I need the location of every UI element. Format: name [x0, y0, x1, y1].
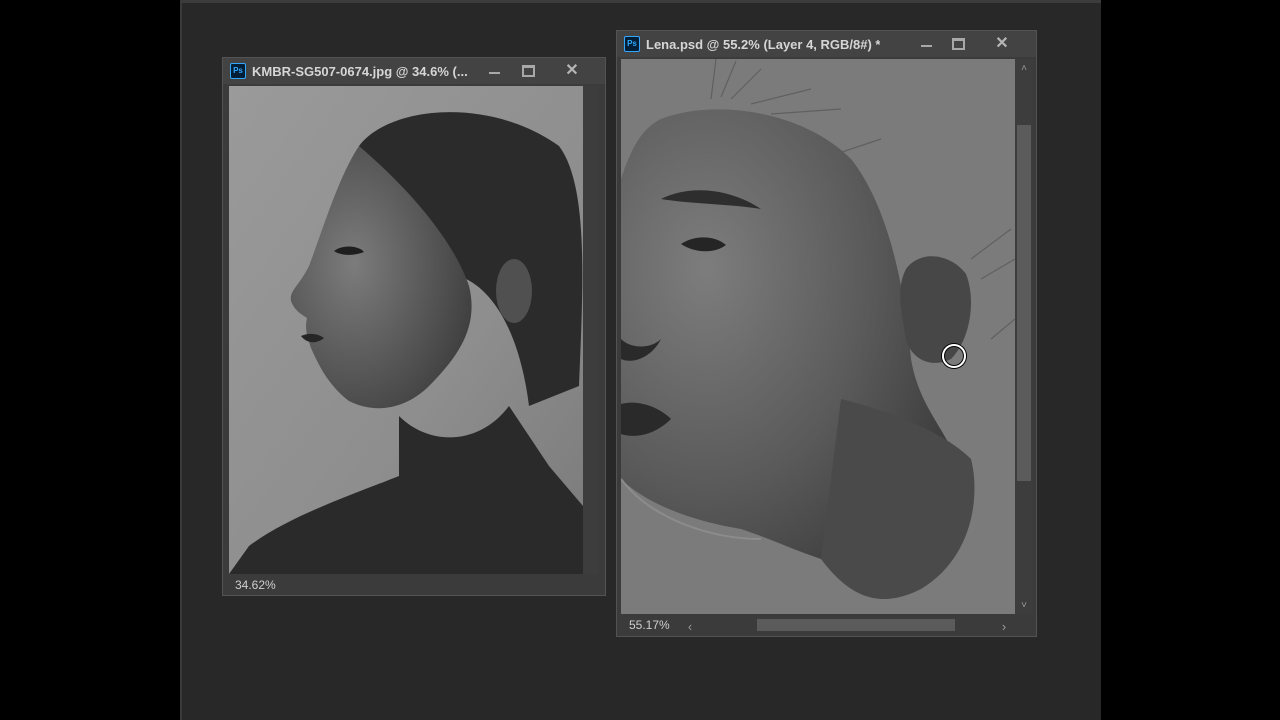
scroll-right-arrow-icon[interactable]: ›: [999, 617, 1009, 637]
close-button[interactable]: ✕: [559, 61, 585, 81]
reference-status-bar: 34.62%: [223, 575, 605, 595]
reference-window-title: KMBR-SG507-0674.jpg @ 34.6% (...: [252, 63, 468, 79]
painting-window-title: Lena.psd @ 55.2% (Layer 4, RGB/8#) *: [646, 36, 881, 52]
reference-window-titlebar[interactable]: Ps KMBR-SG507-0674.jpg @ 34.6% (... ✕: [223, 58, 605, 84]
brush-cursor-icon: [942, 344, 966, 368]
minimize-icon: [920, 45, 932, 47]
minimize-button[interactable]: [481, 61, 507, 81]
close-button[interactable]: ✕: [989, 34, 1015, 54]
minimize-icon: [488, 72, 500, 74]
scroll-down-arrow-icon[interactable]: ˅: [1015, 600, 1033, 611]
vertical-scroll-thumb[interactable]: [1017, 125, 1031, 481]
close-icon: ✕: [995, 35, 1009, 52]
painting-artwork-image: [621, 59, 1015, 615]
scroll-up-arrow-icon[interactable]: ˄: [1015, 63, 1033, 74]
maximize-button[interactable]: [945, 34, 971, 54]
painting-zoom-level: 55.17%: [629, 618, 670, 632]
workspace-top-border: [182, 0, 1101, 3]
reference-photo-window[interactable]: Ps KMBR-SG507-0674.jpg @ 34.6% (... ✕ 34…: [222, 57, 606, 596]
painting-document-window[interactable]: Ps Lena.psd @ 55.2% (Layer 4, RGB/8#) * …: [616, 30, 1037, 637]
maximize-button[interactable]: [515, 61, 541, 81]
photoshop-icon: Ps: [230, 63, 246, 79]
minimize-button[interactable]: [913, 34, 939, 54]
painting-canvas[interactable]: [621, 59, 1015, 615]
reference-portrait-image: [229, 86, 583, 574]
reference-zoom-level: 34.62%: [235, 578, 276, 592]
maximize-icon: [521, 65, 535, 77]
reference-vertical-scrollbar[interactable]: [583, 86, 599, 574]
painting-vertical-scrollbar[interactable]: ˄ ˅: [1015, 59, 1033, 615]
horizontal-scroll-thumb[interactable]: [757, 619, 955, 631]
close-icon: ✕: [565, 62, 579, 79]
painting-window-titlebar[interactable]: Ps Lena.psd @ 55.2% (Layer 4, RGB/8#) * …: [617, 31, 1036, 57]
painting-status-bar: 55.17% ‹ ›: [617, 614, 1036, 636]
reference-photo-canvas[interactable]: [229, 86, 583, 574]
scroll-left-arrow-icon[interactable]: ‹: [685, 617, 695, 637]
painting-horizontal-scrollbar[interactable]: ‹ ›: [681, 616, 1013, 634]
photoshop-icon: Ps: [624, 36, 640, 52]
maximize-icon: [951, 38, 965, 50]
